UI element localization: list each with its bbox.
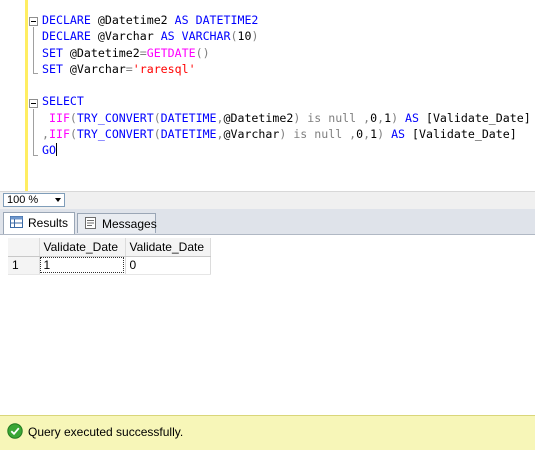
code-token: () xyxy=(195,45,210,60)
code-token: ( xyxy=(69,110,77,125)
outline-line xyxy=(33,109,34,155)
success-check-icon xyxy=(7,423,23,439)
collapse-toggle-icon[interactable] xyxy=(29,17,38,26)
messages-icon xyxy=(85,217,96,229)
grid-cell[interactable]: 1 xyxy=(39,256,126,275)
code-token: ( xyxy=(69,127,77,142)
code-token: SELECT xyxy=(42,94,84,109)
grid-cell[interactable]: 0 xyxy=(125,256,211,275)
code-token: DATETIME2 xyxy=(188,13,259,27)
zoom-value: 100 % xyxy=(7,194,39,206)
chevron-down-icon[interactable] xyxy=(55,198,61,202)
code-line[interactable] xyxy=(42,77,531,93)
code-token: AS xyxy=(398,110,426,125)
code-token: GETDATE xyxy=(146,45,196,60)
code-token: 'raresql' xyxy=(132,61,196,76)
grid-header-row: Validate_Date Validate_Date xyxy=(8,238,211,257)
code-token: DATETIME xyxy=(160,127,217,142)
code-token: @Datetime2 xyxy=(62,45,140,60)
editor-zoom-bar: 100 % xyxy=(0,191,535,209)
column-header[interactable]: Validate_Date xyxy=(125,238,211,257)
code-line[interactable]: SET @Varchar='raresql' xyxy=(42,61,531,77)
code-token: = xyxy=(139,45,147,60)
tab-results-label: Results xyxy=(28,216,69,230)
code-token: ) xyxy=(391,110,399,125)
sql-code[interactable]: DECLARE @Datetime2 AS DATETIME2 DECLARE @… xyxy=(42,12,531,159)
code-token: SET xyxy=(42,61,63,76)
code-line[interactable]: ,IIF(TRY_CONVERT(DATETIME,@Varchar) is n… xyxy=(42,126,531,142)
tab-messages[interactable]: Messages xyxy=(77,213,157,233)
row-number[interactable]: 1 xyxy=(8,256,40,275)
horizontal-scrollbar[interactable] xyxy=(68,194,535,207)
code-token: ( xyxy=(153,110,161,125)
code-token: = xyxy=(125,61,133,76)
outline-end xyxy=(33,155,38,156)
code-token: [Validate_Date] xyxy=(412,127,517,142)
code-token: , xyxy=(216,127,224,142)
code-token: 1 xyxy=(384,110,392,125)
tab-messages-label: Messages xyxy=(102,217,157,231)
code-line[interactable]: GO xyxy=(42,142,531,158)
outline-end xyxy=(33,73,38,74)
results-pane: Validate_Date Validate_Date 1 1 0 xyxy=(0,235,535,415)
code-line[interactable]: DECLARE @Varchar AS VARCHAR(10) xyxy=(42,28,531,44)
code-token: GO xyxy=(42,143,56,158)
code-token: VARCHAR xyxy=(174,29,231,44)
code-token: AS xyxy=(174,13,189,27)
results-tabs: Results Messages xyxy=(0,209,535,235)
outline-line xyxy=(33,27,34,73)
change-tracking-bar xyxy=(25,0,28,191)
code-token: @Datetime2 xyxy=(223,110,294,125)
query-editor[interactable]: DECLARE @Datetime2 AS DATETIME2 DECLARE @… xyxy=(0,0,535,191)
code-token: DECLARE xyxy=(42,13,91,27)
code-token: ) xyxy=(251,29,259,44)
table-row: 1 1 0 xyxy=(8,256,211,275)
tab-results[interactable]: Results xyxy=(3,212,75,234)
code-token: is null xyxy=(300,110,364,125)
text-caret xyxy=(55,143,57,157)
collapse-toggle-icon[interactable] xyxy=(29,99,38,108)
zoom-select[interactable]: 100 % xyxy=(3,193,65,207)
code-token: [Validate_Date] xyxy=(425,110,531,125)
code-token: ( xyxy=(153,127,161,142)
column-header[interactable]: Validate_Date xyxy=(39,238,126,257)
grid-corner[interactable] xyxy=(8,238,40,257)
code-token: TRY_CONVERT xyxy=(76,110,154,125)
code-line[interactable]: SET @Datetime2=GETDATE() xyxy=(42,45,531,61)
code-token: @Varchar xyxy=(223,127,280,142)
code-token: IIF xyxy=(48,127,70,142)
code-token: , xyxy=(216,110,224,125)
results-grid: Validate_Date Validate_Date 1 1 0 xyxy=(8,238,211,275)
grid-icon xyxy=(10,216,23,228)
code-token: SET xyxy=(42,45,63,60)
code-line[interactable]: SELECT xyxy=(42,93,531,109)
query-status-bar: Query executed successfully. xyxy=(0,415,535,450)
code-line[interactable]: IIF(TRY_CONVERT(DATETIME,@Datetime2) is … xyxy=(42,110,531,126)
code-token: is null xyxy=(286,127,350,142)
code-line[interactable]: DECLARE @Datetime2 AS DATETIME2 xyxy=(42,12,531,28)
code-token: AS xyxy=(160,29,175,44)
code-token: @Datetime2 xyxy=(90,13,175,27)
code-token: DATETIME xyxy=(160,110,217,125)
status-message: Query executed successfully. xyxy=(28,425,184,439)
code-token: IIF xyxy=(42,110,70,125)
code-token: 10 xyxy=(237,29,252,44)
code-token: DECLARE xyxy=(42,29,91,44)
code-token: , xyxy=(42,127,49,142)
code-token: TRY_CONVERT xyxy=(76,127,154,142)
code-token: @Varchar xyxy=(62,61,126,76)
code-token: AS xyxy=(384,127,413,142)
code-token: @Varchar xyxy=(90,29,161,44)
